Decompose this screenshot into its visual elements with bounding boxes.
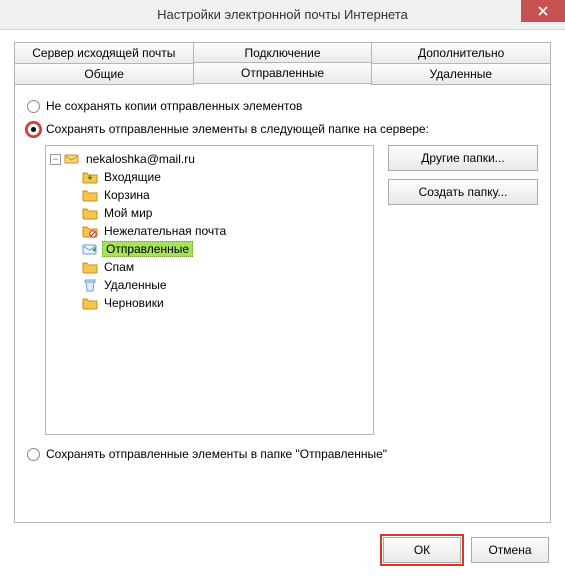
tree-item[interactable]: Черновики: [66, 294, 371, 312]
tab-advanced[interactable]: Дополнительно: [371, 42, 551, 64]
radio-icon: [27, 100, 40, 113]
tree-root-label: nekaloshka@mail.ru: [84, 152, 197, 166]
tree-item-label: Корзина: [102, 188, 152, 202]
radio-label: Не сохранять копии отправленных элементо…: [46, 99, 302, 114]
radio-label: Сохранять отправленные элементы в папке …: [46, 447, 387, 462]
cancel-button[interactable]: Отмена: [471, 537, 549, 563]
tree-item-label: Удаленные: [102, 278, 169, 292]
radio-label: Сохранять отправленные элементы в следую…: [46, 122, 429, 137]
tree-item-label: Входящие: [102, 170, 163, 184]
folder-icon: [82, 206, 98, 220]
mailbox-icon: [64, 152, 80, 166]
radio-save-in-folder[interactable]: Сохранять отправленные элементы в следую…: [27, 122, 538, 137]
tree-item[interactable]: Отправленные: [66, 240, 371, 258]
tab-deleted-items[interactable]: Удаленные: [371, 63, 551, 85]
tree-item[interactable]: Мой мир: [66, 204, 371, 222]
tree-item-label: Спам: [102, 260, 136, 274]
create-folder-button[interactable]: Создать папку...: [388, 179, 538, 205]
ok-button[interactable]: ОК: [383, 537, 461, 563]
tab-panel-sent: Не сохранять копии отправленных элементо…: [14, 85, 551, 523]
tree-item[interactable]: Корзина: [66, 186, 371, 204]
tree-line-icon: [68, 208, 79, 219]
radio-no-save[interactable]: Не сохранять копии отправленных элементо…: [27, 99, 538, 114]
tree-line-icon: [68, 298, 79, 309]
tree-item[interactable]: Нежелательная почта: [66, 222, 371, 240]
content-area: Сервер исходящей почты Подключение Допол…: [0, 30, 565, 533]
tab-general[interactable]: Общие: [14, 63, 194, 85]
tree-root-row[interactable]: − nekaloshka@mail.ru: [48, 150, 371, 168]
tree-item-label: Мой мир: [102, 206, 154, 220]
tree-item-label: Черновики: [102, 296, 166, 310]
folder-icon: [82, 260, 98, 274]
tab-sent-items[interactable]: Отправленные: [193, 62, 371, 84]
close-button[interactable]: [521, 0, 565, 22]
tree-item[interactable]: Входящие: [66, 168, 371, 186]
sent-icon: [82, 242, 98, 256]
tree-item-label: Нежелательная почта: [102, 224, 228, 238]
junk-icon: [82, 224, 98, 238]
folder-side-buttons: Другие папки... Создать папку...: [388, 145, 538, 205]
deleted-icon: [82, 278, 98, 292]
other-folders-button[interactable]: Другие папки...: [388, 145, 538, 171]
inbox-icon: [82, 170, 98, 184]
tree-item-label: Отправленные: [102, 241, 193, 257]
dialog-window: Настройки электронной почты Интернета Се…: [0, 0, 565, 577]
window-title: Настройки электронной почты Интернета: [157, 7, 408, 22]
radio-save-in-sent[interactable]: Сохранять отправленные элементы в папке …: [27, 447, 538, 462]
tab-outgoing-server[interactable]: Сервер исходящей почты: [14, 42, 194, 64]
dialog-buttons: ОК Отмена: [383, 537, 549, 563]
radio-icon: [27, 123, 40, 136]
tab-strip: Сервер исходящей почты Подключение Допол…: [14, 42, 551, 85]
folder-icon: [82, 296, 98, 310]
collapse-icon[interactable]: −: [50, 154, 61, 165]
folder-tree[interactable]: − nekaloshka@mail.ru Входящие Корзина Мой …: [45, 145, 374, 435]
tab-sent-items-wrap: Отправленные: [193, 63, 371, 85]
folder-selector-area: − nekaloshka@mail.ru Входящие Корзина Мой …: [27, 145, 538, 435]
folder-icon: [82, 188, 98, 202]
tab-connection[interactable]: Подключение: [193, 42, 373, 64]
tree-line-icon: [68, 262, 79, 273]
tree-item[interactable]: Спам: [66, 258, 371, 276]
tree-line-icon: [68, 226, 79, 237]
tree-children: Входящие Корзина Мой мир Нежелательная почт…: [48, 168, 371, 312]
radio-icon: [27, 448, 40, 461]
tree-line-icon: [68, 280, 79, 291]
tree-line-icon: [68, 244, 79, 255]
tree-line-icon: [68, 190, 79, 201]
tree-line-icon: [68, 172, 79, 183]
close-icon: [538, 6, 548, 16]
tree-item[interactable]: Удаленные: [66, 276, 371, 294]
titlebar: Настройки электронной почты Интернета: [0, 0, 565, 30]
